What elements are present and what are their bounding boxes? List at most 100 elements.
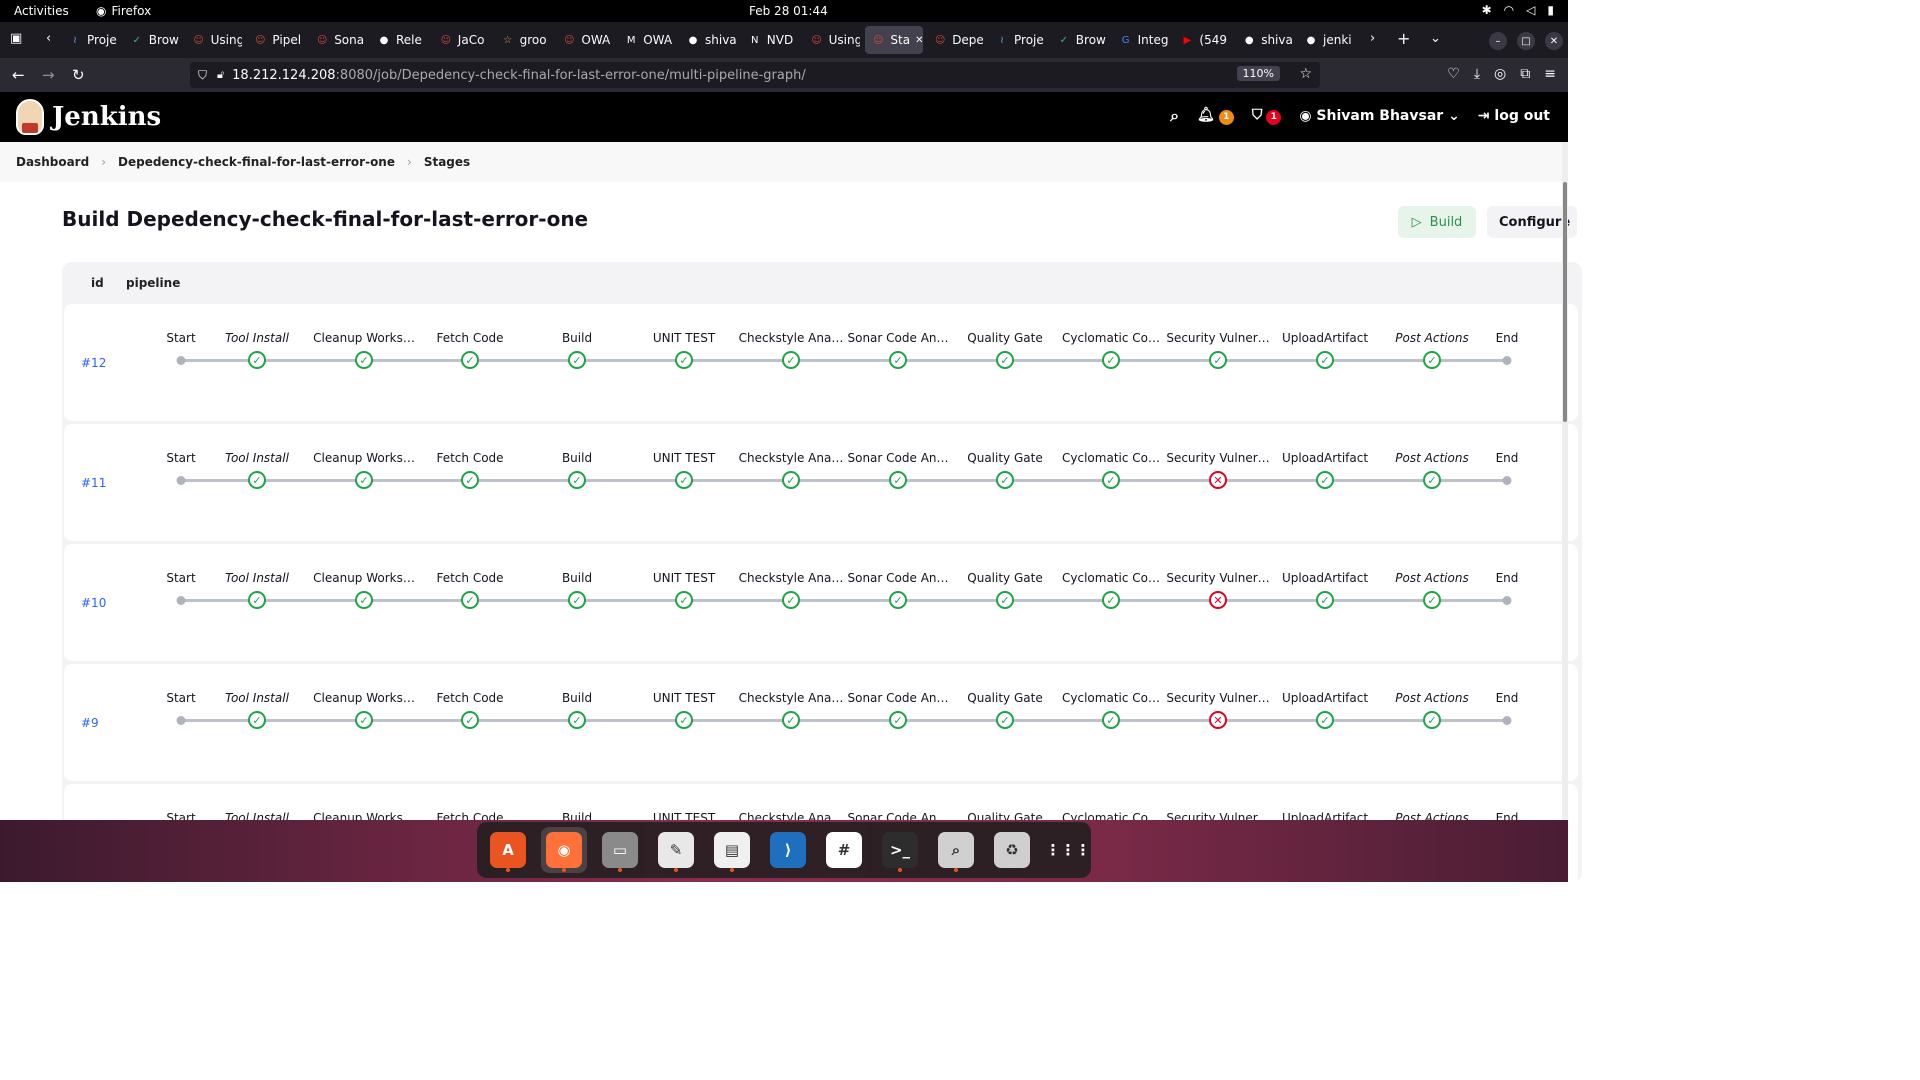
stage-success-icon[interactable]: ✓ — [248, 591, 266, 609]
stage-label[interactable]: Fetch Code — [436, 331, 503, 345]
page-scrollbar[interactable] — [1562, 142, 1568, 822]
build-button[interactable]: ▷ Build — [1398, 206, 1476, 238]
stage-label[interactable]: Start — [166, 571, 195, 585]
image-viewer-icon[interactable]: ⌕ — [933, 827, 979, 873]
slack-icon[interactable]: # — [821, 827, 867, 873]
browser-tab[interactable]: ☺ Depe — [927, 26, 983, 54]
zoom-level-button[interactable]: 110% — [1236, 66, 1280, 81]
stage-label[interactable]: Fetch Code — [436, 451, 503, 465]
stage-label[interactable]: End — [1496, 691, 1519, 705]
stage-success-icon[interactable]: ✓ — [675, 471, 693, 489]
stage-label[interactable]: End — [1496, 571, 1519, 585]
stage-success-icon[interactable]: ✓ — [568, 351, 586, 369]
forward-icon[interactable]: → — [42, 66, 55, 84]
stage-label[interactable]: Post Actions — [1395, 331, 1468, 345]
browser-tab[interactable]: ● jenki — [1298, 26, 1354, 54]
run-id-link[interactable]: #11 — [81, 476, 106, 490]
stage-success-icon[interactable]: ✓ — [782, 351, 800, 369]
browser-tab[interactable]: ● shiva — [1236, 26, 1292, 54]
scrollbar-thumb[interactable] — [1563, 182, 1567, 422]
stage-success-icon[interactable]: ✓ — [461, 591, 479, 609]
stage-success-icon[interactable]: ✓ — [782, 591, 800, 609]
run-id-link[interactable]: #10 — [81, 596, 106, 610]
breadcrumb-job[interactable]: Depedency-check-final-for-last-error-one — [118, 155, 395, 169]
system-tray[interactable]: ✱ ◠ ◁ ▮ — [1482, 3, 1554, 17]
menu-icon[interactable]: ≡ — [1544, 66, 1556, 82]
activities-button[interactable]: Activities — [14, 4, 69, 18]
stage-success-icon[interactable]: ✓ — [1102, 591, 1120, 609]
stage-label[interactable]: Sonar Code An… — [847, 331, 948, 345]
stage-label[interactable]: Cleanup Works… — [313, 691, 415, 705]
stage-label[interactable]: Cleanup Works… — [313, 571, 415, 585]
browser-tab[interactable]: ☺ Pipel — [247, 26, 303, 54]
stage-success-icon[interactable]: ✓ — [461, 471, 479, 489]
stage-success-icon[interactable]: ✓ — [461, 351, 479, 369]
list-all-tabs-icon[interactable]: ⌄ — [1430, 31, 1441, 46]
stage-failure-icon[interactable]: ✕ — [1209, 711, 1227, 729]
extensions-icon[interactable]: ⧉ — [1520, 66, 1530, 82]
stage-success-icon[interactable]: ✓ — [355, 591, 373, 609]
stage-label[interactable]: Sonar Code An… — [847, 451, 948, 465]
new-tab-icon[interactable]: + — [1397, 29, 1410, 48]
stage-success-icon[interactable]: ✓ — [1102, 471, 1120, 489]
browser-tab[interactable]: ✓ Brow — [1051, 26, 1107, 54]
stage-success-icon[interactable]: ✓ — [1316, 591, 1334, 609]
stage-label[interactable]: UNIT TEST — [653, 331, 715, 345]
stage-label[interactable]: Cyclomatic Co… — [1062, 451, 1160, 465]
stage-label[interactable]: Cleanup Works… — [313, 331, 415, 345]
stage-label[interactable]: Tool Install — [225, 571, 289, 585]
stage-success-icon[interactable]: ✓ — [248, 711, 266, 729]
stage-success-icon[interactable]: ✓ — [355, 351, 373, 369]
stage-success-icon[interactable]: ✓ — [996, 471, 1014, 489]
stage-success-icon[interactable]: ✓ — [675, 711, 693, 729]
stage-success-icon[interactable]: ✓ — [355, 471, 373, 489]
stage-label[interactable]: Build — [562, 331, 592, 345]
app-center-icon[interactable]: A — [485, 827, 531, 873]
stage-success-icon[interactable]: ✓ — [889, 351, 907, 369]
stage-label[interactable]: Build — [562, 451, 592, 465]
stage-label[interactable]: Post Actions — [1395, 571, 1468, 585]
active-app-menu[interactable]: ◉ Firefox — [96, 4, 151, 18]
logout-link[interactable]: ⇥ log out — [1478, 108, 1550, 124]
stage-success-icon[interactable]: ✓ — [675, 591, 693, 609]
stage-success-icon[interactable]: ✓ — [568, 711, 586, 729]
scroll-tabs-right-icon[interactable]: › — [1370, 31, 1375, 46]
stage-label[interactable]: UploadArtifact — [1282, 331, 1368, 345]
slack-tray-icon[interactable]: ✱ — [1482, 3, 1492, 17]
stage-success-icon[interactable]: ✓ — [782, 711, 800, 729]
stage-success-icon[interactable]: ✓ — [461, 711, 479, 729]
battery-icon[interactable]: ▮ — [1547, 3, 1554, 17]
stage-success-icon[interactable]: ✓ — [1423, 351, 1441, 369]
reload-icon[interactable]: ↻ — [72, 66, 85, 84]
stage-label[interactable]: End — [1496, 331, 1519, 345]
stage-failure-icon[interactable]: ✕ — [1209, 591, 1227, 609]
stage-failure-icon[interactable]: ✕ — [1209, 471, 1227, 489]
notifications-button[interactable]: 🔔︎ 1 — [1197, 107, 1234, 125]
stage-label[interactable]: Fetch Code — [436, 691, 503, 705]
stage-label[interactable]: Security Vulner… — [1166, 451, 1269, 465]
system-clock[interactable]: Feb 28 01:44 — [749, 4, 828, 18]
bookmark-star-icon[interactable]: ☆ — [1299, 66, 1312, 82]
run-id-link[interactable]: #9 — [81, 716, 99, 730]
stage-label[interactable]: Build — [562, 571, 592, 585]
browser-tab[interactable]: ☺ Sta ✕ — [865, 26, 924, 54]
stage-success-icon[interactable]: ✓ — [1316, 471, 1334, 489]
stage-label[interactable]: UNIT TEST — [653, 451, 715, 465]
document-viewer-icon[interactable]: ▤ — [709, 827, 755, 873]
close-tab-icon[interactable]: ✕ — [915, 35, 923, 46]
breadcrumb-stages[interactable]: Stages — [424, 155, 470, 169]
stage-success-icon[interactable]: ✓ — [1316, 351, 1334, 369]
stage-label[interactable]: Post Actions — [1395, 691, 1468, 705]
maximize-window-icon[interactable]: □ — [1517, 32, 1535, 50]
tracking-protection-icon[interactable]: ⛉ — [198, 68, 207, 83]
stage-success-icon[interactable]: ✓ — [1316, 711, 1334, 729]
browser-tab[interactable]: N NVD — [742, 26, 798, 54]
stage-success-icon[interactable]: ✓ — [996, 711, 1014, 729]
vscode-icon[interactable]: ⟩ — [765, 827, 811, 873]
browser-tab[interactable]: ▶ (549 — [1174, 26, 1230, 54]
files-icon[interactable]: ▭ — [597, 827, 643, 873]
stage-label[interactable]: Quality Gate — [967, 691, 1042, 705]
firefox-icon[interactable]: ◉ — [541, 827, 587, 873]
stage-label[interactable]: Tool Install — [225, 691, 289, 705]
downloads-icon[interactable]: ⤓ — [1474, 66, 1480, 82]
